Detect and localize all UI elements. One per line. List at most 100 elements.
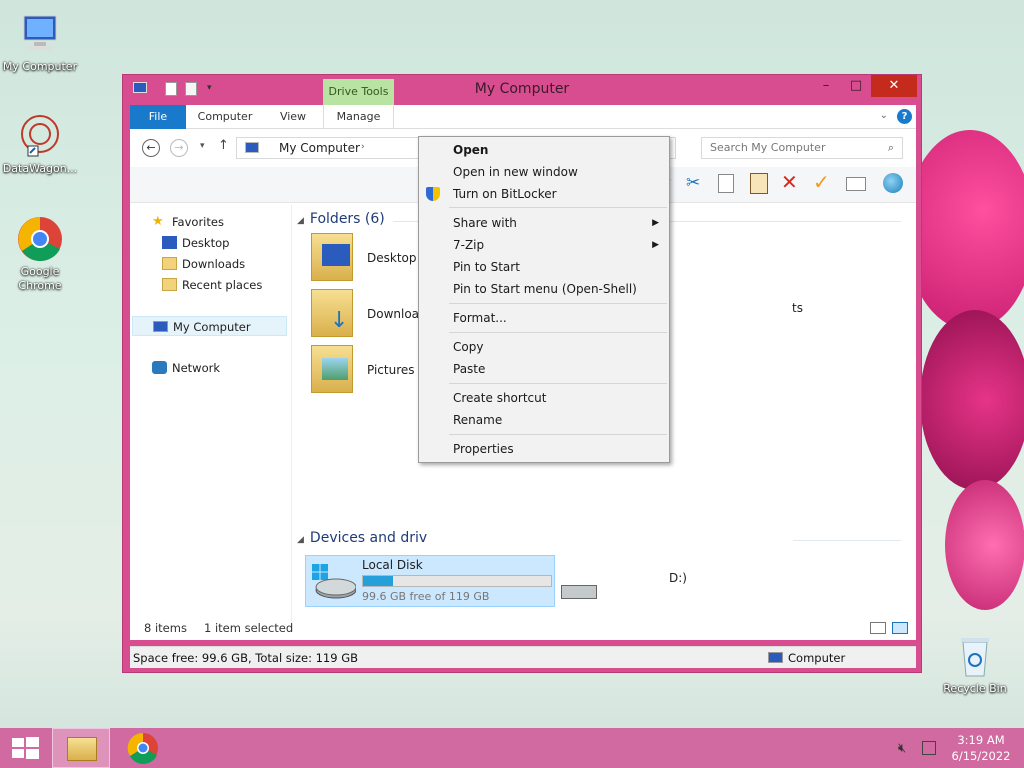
help-icon[interactable]: ?: [897, 109, 912, 124]
menu-item-label: Create shortcut: [453, 391, 547, 405]
nav-downloads[interactable]: Downloads: [162, 254, 246, 274]
desktop-icon-datawagon[interactable]: DataWagon...: [0, 112, 80, 176]
nav-recent-places[interactable]: Recent places: [162, 275, 263, 295]
menu-item-open-new-window[interactable]: Open in new window: [419, 161, 669, 183]
drive-usage-bar: [362, 575, 552, 587]
desktop-icon-label: DataWagon...: [2, 162, 78, 175]
nav-my-computer-label: My Computer: [173, 320, 251, 334]
menu-item-label: Paste: [453, 362, 486, 376]
up-icon[interactable]: ↑: [218, 138, 229, 153]
shield-icon: [426, 187, 440, 201]
title-bar[interactable]: ▾ Drive Tools My Computer – □ ✕: [123, 75, 921, 105]
close-button[interactable]: ✕: [871, 75, 917, 97]
paste-icon[interactable]: [750, 173, 768, 194]
cut-icon[interactable]: ✂: [686, 173, 700, 193]
details-view-icon[interactable]: [870, 622, 886, 634]
submenu-arrow-icon: ▶: [652, 218, 659, 228]
desktop-icon-recycle-bin[interactable]: Recycle Bin: [935, 632, 1015, 696]
nav-desktop[interactable]: Desktop: [162, 233, 229, 253]
drive-usage-fill: [363, 576, 394, 586]
search-placeholder: Search My Computer: [710, 141, 826, 154]
ribbon-tabs: File Computer View Manage ⌄ ?: [130, 105, 916, 129]
drive-free-text: 99.6 GB free of 119 GB: [362, 590, 490, 603]
back-icon[interactable]: ←: [142, 139, 160, 157]
computer-icon: [768, 652, 783, 663]
desktop-folder-icon: [162, 236, 177, 249]
details-bar: Space free: 99.6 GB, Total size: 119 GB …: [130, 646, 916, 668]
computer-icon: [245, 142, 259, 153]
search-input[interactable]: Search My Computer ⌕: [701, 137, 903, 159]
devices-group-header[interactable]: ◢ Devices and driv: [297, 530, 427, 546]
drive-local-disk[interactable]: Local Disk 99.6 GB free of 119 GB: [305, 555, 555, 607]
tab-computer[interactable]: Computer: [192, 105, 258, 129]
forward-icon[interactable]: →: [170, 139, 188, 157]
devices-header-label: Devices and driv: [309, 530, 428, 546]
clock-date: 6/15/2022: [951, 749, 1011, 763]
folder-partial-label: ts: [792, 301, 803, 315]
wallpaper-petal: [905, 130, 1024, 330]
pictures-folder-icon: [311, 345, 353, 393]
datawagon-icon: [16, 112, 64, 160]
address-path[interactable]: My Computer: [279, 141, 360, 155]
tab-file[interactable]: File: [130, 105, 186, 129]
menu-item-label: Share with: [453, 216, 517, 230]
delete-icon[interactable]: ✕: [781, 170, 798, 194]
drive-name: Local Disk: [362, 558, 423, 572]
collapse-icon: ◢: [297, 216, 304, 226]
clock[interactable]: 3:19 AM 6/15/2022: [945, 732, 1017, 764]
globe-icon[interactable]: [883, 173, 903, 193]
folders-group-header[interactable]: ◢ Folders (6): [297, 211, 385, 227]
desktop-icon-chrome[interactable]: Google Chrome: [0, 215, 80, 293]
tab-view[interactable]: View: [270, 105, 316, 129]
menu-item-share-with[interactable]: Share with ▶: [419, 212, 669, 234]
menu-item-format[interactable]: Format...: [419, 307, 669, 329]
menu-item-properties[interactable]: Properties: [419, 438, 669, 460]
menu-item-open[interactable]: Open: [419, 139, 669, 161]
breadcrumb-chevron-icon[interactable]: ›: [361, 142, 365, 152]
expand-ribbon-icon[interactable]: ⌄: [880, 110, 888, 121]
menu-separator: [449, 434, 667, 435]
volume-muted-icon[interactable]: 🔇︎: [898, 741, 906, 756]
copy-icon[interactable]: [718, 174, 734, 193]
nav-favorites-label: Favorites: [172, 215, 224, 229]
properties-icon[interactable]: [846, 177, 866, 191]
desktop-icon-my-computer[interactable]: My Computer: [0, 10, 80, 74]
menu-item-create-shortcut[interactable]: Create shortcut: [419, 387, 669, 409]
context-menu: Open Open in new window Turn on BitLocke…: [418, 136, 670, 463]
menu-item-label: Open: [453, 143, 489, 157]
menu-item-label: Properties: [453, 442, 514, 456]
file-explorer-icon: [67, 737, 97, 761]
menu-item-copy[interactable]: Copy: [419, 336, 669, 358]
menu-separator: [449, 207, 667, 208]
menu-item-bitlocker[interactable]: Turn on BitLocker: [419, 183, 669, 205]
tab-manage[interactable]: Manage: [323, 105, 394, 129]
menu-item-7zip[interactable]: 7-Zip ▶: [419, 234, 669, 256]
nav-downloads-label: Downloads: [182, 257, 246, 271]
menu-item-pin-open-shell[interactable]: Pin to Start menu (Open-Shell): [419, 278, 669, 300]
menu-item-paste[interactable]: Paste: [419, 358, 669, 380]
clock-time: 3:19 AM: [957, 733, 1005, 747]
start-button[interactable]: [0, 728, 58, 768]
nav-favorites[interactable]: ★ Favorites: [152, 212, 224, 232]
menu-item-label: Pin to Start: [453, 260, 520, 274]
taskbar-file-explorer[interactable]: [52, 728, 110, 768]
minimize-button[interactable]: –: [813, 75, 839, 97]
drive2-partial[interactable]: D:): [561, 563, 687, 605]
computer-icon: [16, 10, 64, 58]
maximize-button[interactable]: □: [843, 75, 869, 97]
recent-locations-icon[interactable]: ▾: [200, 141, 205, 151]
menu-item-label: Rename: [453, 413, 503, 427]
large-icons-view-icon[interactable]: [892, 622, 908, 634]
taskbar-chrome[interactable]: [114, 728, 172, 768]
nav-network[interactable]: Network: [152, 358, 220, 378]
rename-icon[interactable]: ✓: [813, 170, 830, 194]
search-icon: ⌕: [887, 141, 894, 154]
menu-item-rename[interactable]: Rename: [419, 409, 669, 431]
downloads-folder-icon: [162, 257, 177, 270]
network-status-icon[interactable]: [922, 741, 936, 755]
nav-recent-places-label: Recent places: [182, 278, 263, 292]
menu-item-pin-to-start[interactable]: Pin to Start: [419, 256, 669, 278]
menu-separator: [449, 303, 667, 304]
folders-header-label: Folders (6): [309, 211, 385, 227]
nav-my-computer[interactable]: My Computer: [132, 316, 287, 336]
